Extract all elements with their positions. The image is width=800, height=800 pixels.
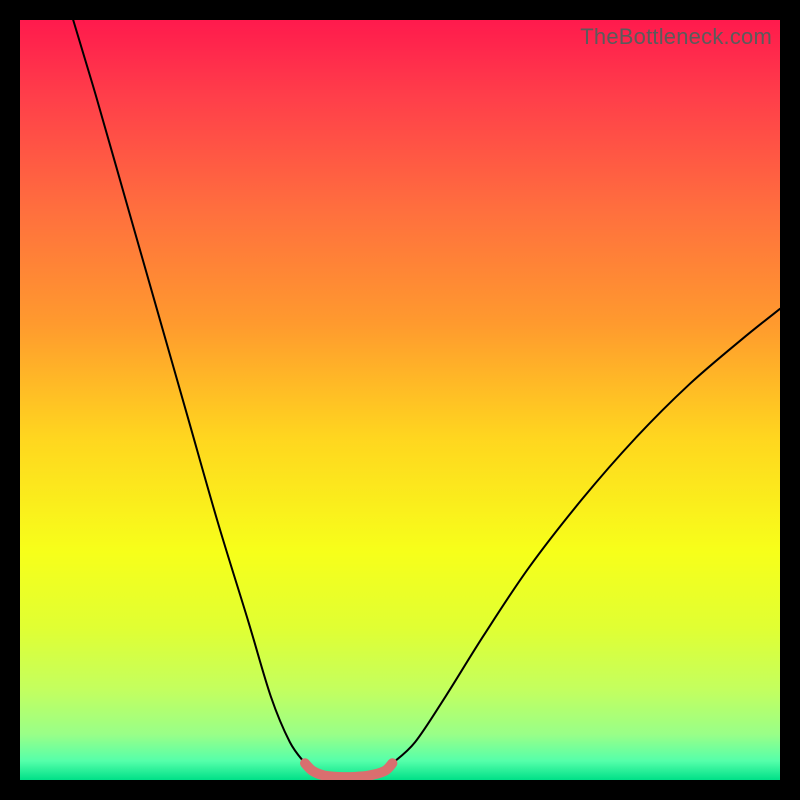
watermark-text: TheBottleneck.com <box>580 24 772 50</box>
chart-frame: TheBottleneck.com <box>20 20 780 780</box>
gradient-background <box>20 20 780 780</box>
bottleneck-chart <box>20 20 780 780</box>
